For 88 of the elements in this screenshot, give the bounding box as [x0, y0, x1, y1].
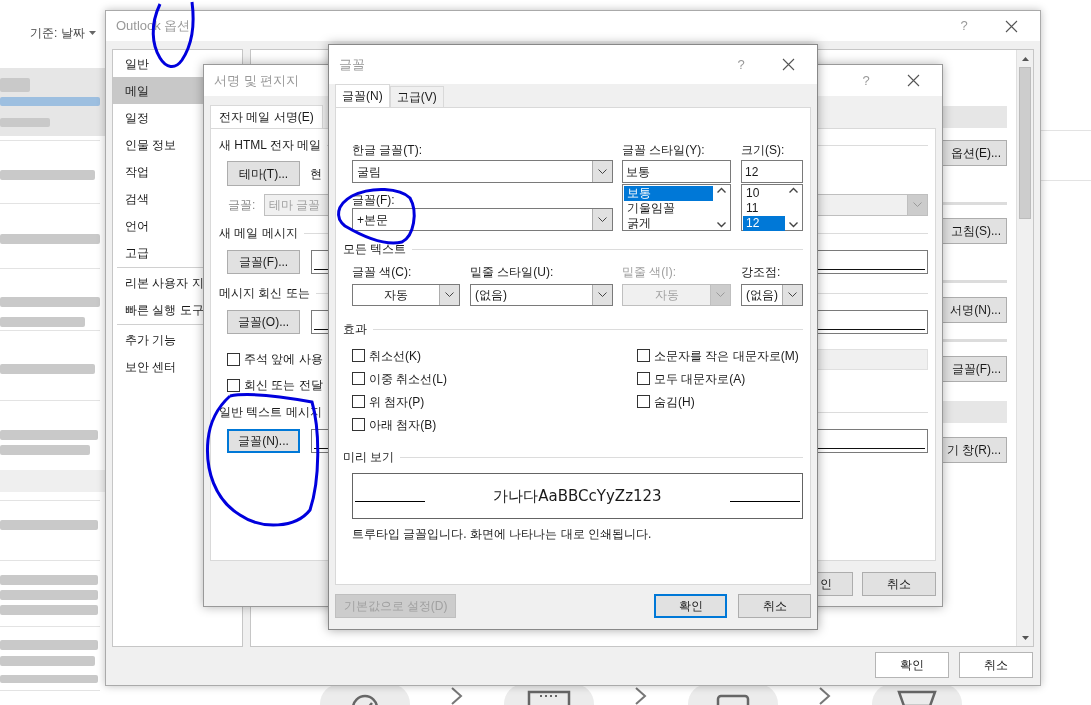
- list-box[interactable]: 10 11 12: [741, 184, 803, 231]
- button[interactable]: 확인: [654, 594, 727, 618]
- label: 강조점:: [741, 264, 782, 280]
- checkbox-label: 취소선(K): [369, 347, 421, 365]
- button[interactable]: 취소: [862, 572, 936, 596]
- section-heading: 모든 텍스트: [343, 241, 407, 258]
- window-title: 글꼴: [339, 55, 365, 74]
- checkbox[interactable]: [352, 349, 365, 362]
- triangle-up-icon: [1021, 56, 1029, 61]
- section-heading: 새 HTML 전자 메일: [219, 137, 322, 154]
- checkbox[interactable]: [637, 349, 650, 362]
- label: 크기(S):: [741, 142, 786, 158]
- checkbox-label: 주석 앞에 사용: [244, 351, 323, 368]
- dropdown[interactable]: (없음): [470, 284, 613, 306]
- chevron-down-icon: [913, 202, 922, 208]
- chevron-up-icon[interactable]: [717, 187, 726, 193]
- input-field[interactable]: 12: [741, 160, 803, 183]
- label: 밑줄 색(I):: [622, 264, 677, 280]
- label: 밑줄 스타일(U):: [470, 264, 555, 280]
- checkbox-label: 아래 첨자(B): [369, 416, 437, 434]
- preview-text: 가나다AaBBCcYyZz123: [492, 485, 663, 507]
- chevron-right-icon: [634, 684, 648, 705]
- list-item[interactable]: 12: [743, 216, 785, 231]
- section-heading: 메시지 회신 또는: [219, 285, 310, 302]
- button[interactable]: 테마(T)...: [227, 161, 300, 186]
- label: 글꼴 색(C):: [352, 264, 413, 280]
- dropdown[interactable]: 자동: [352, 284, 460, 306]
- checkbox[interactable]: [352, 418, 365, 431]
- button[interactable]: 취소: [738, 594, 811, 618]
- label: 현: [310, 165, 322, 183]
- checkbox[interactable]: [227, 378, 240, 392]
- checkbox[interactable]: [637, 372, 650, 385]
- chevron-down-icon: [598, 292, 607, 298]
- tab[interactable]: 고급(V): [389, 86, 444, 107]
- tab[interactable]: 글꼴(N): [335, 84, 390, 107]
- blurred-text: [0, 78, 30, 92]
- section-heading: 미리 보기: [343, 449, 395, 466]
- list-item[interactable]: 기울임꼴: [624, 201, 713, 216]
- list-item[interactable]: 10: [743, 186, 785, 201]
- chevron-up-icon[interactable]: [789, 187, 798, 193]
- checkbox-label: 회신 또는 전달: [244, 377, 323, 394]
- list-item[interactable]: 11: [743, 201, 785, 216]
- checkbox-label: 모두 대문자로(A): [654, 370, 746, 388]
- chevron-down-icon: [598, 168, 607, 175]
- description-text: 트루타입 글꼴입니다. 화면에 나타나는 대로 인쇄됩니다.: [352, 526, 653, 543]
- sort-label[interactable]: 기준: 날짜: [30, 24, 85, 42]
- scrollbar-thumb[interactable]: [1019, 67, 1031, 219]
- dropdown[interactable]: +본문: [352, 208, 613, 231]
- chevron-down-icon: [598, 216, 607, 223]
- checkbox[interactable]: [637, 395, 650, 408]
- list-item[interactable]: 보통: [624, 186, 713, 201]
- checkbox-label: 위 첨자(P): [369, 393, 425, 411]
- tab[interactable]: 전자 메일 서명(E): [210, 105, 323, 128]
- checkbox-label: 숨김(H): [654, 393, 695, 411]
- close-icon: [1004, 19, 1018, 33]
- button[interactable]: 글꼴(F)...: [227, 250, 300, 274]
- chevron-down-icon: [445, 292, 454, 298]
- button[interactable]: 취소: [959, 652, 1033, 678]
- chevron-right-icon: [450, 684, 464, 705]
- dropdown[interactable]: (없음): [741, 284, 803, 306]
- chevron-right-icon: [818, 684, 832, 705]
- button[interactable]: 글꼴(N)...: [227, 429, 300, 453]
- list-item[interactable]: 굵게: [624, 216, 713, 231]
- list-box[interactable]: 보통 기울임꼴 굵게: [622, 184, 731, 231]
- triangle-down-icon: [1021, 635, 1029, 640]
- button[interactable]: 확인: [875, 652, 949, 678]
- chevron-down-icon[interactable]: [717, 222, 726, 228]
- close-icon: [781, 58, 795, 71]
- dropdown[interactable]: 굴림: [352, 160, 613, 183]
- close-icon: [906, 74, 920, 87]
- label: 한글 글꼴(T):: [352, 142, 423, 158]
- chevron-down-icon: [788, 292, 797, 298]
- label: 글꼴 스타일(Y):: [622, 142, 706, 158]
- checkbox-label: 이중 취소선(L): [369, 370, 447, 388]
- button[interactable]: 글꼴(O)...: [227, 310, 300, 334]
- caret-icon: [88, 31, 96, 35]
- label: 글꼴(F):: [352, 192, 396, 208]
- section-heading: 새 메일 메시지: [219, 225, 298, 242]
- chevron-down-icon: [716, 292, 725, 298]
- checkbox[interactable]: [227, 352, 240, 366]
- checkbox[interactable]: [352, 372, 365, 385]
- input-field[interactable]: 보통: [622, 160, 731, 183]
- checkbox[interactable]: [352, 395, 365, 408]
- section-heading: 효과: [343, 321, 367, 338]
- chevron-down-icon[interactable]: [789, 222, 798, 228]
- label: 글꼴:: [228, 197, 257, 214]
- blurred-text: [0, 118, 50, 127]
- checkbox-label: 소문자를 작은 대문자로(M): [654, 347, 799, 365]
